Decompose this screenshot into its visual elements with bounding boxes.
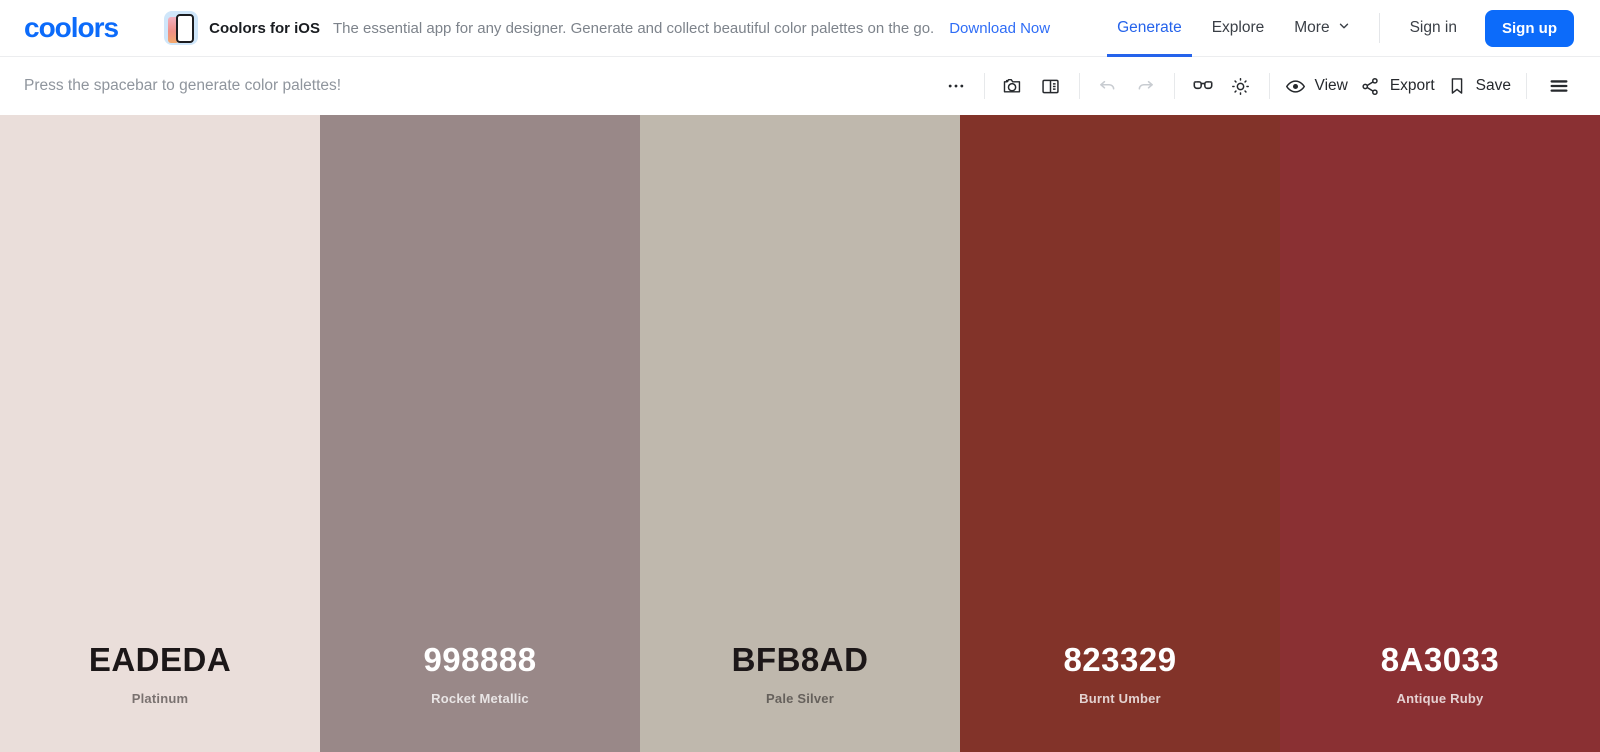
color-name[interactable]: Rocket Metallic (320, 691, 640, 706)
view-button[interactable]: View (1279, 66, 1354, 106)
palette-column-3[interactable]: BFB8AD Pale Silver (640, 115, 960, 752)
redo-button[interactable] (1127, 66, 1165, 106)
palette-column-4[interactable]: 823329 Burnt Umber (960, 115, 1280, 752)
color-name[interactable]: Burnt Umber (960, 691, 1280, 706)
coolors-app: coolors Coolors for iOS The essential ap… (0, 0, 1600, 752)
color-name[interactable]: Antique Ruby (1280, 691, 1600, 706)
toolbar-divider (1173, 73, 1175, 99)
bookmark-icon (1447, 76, 1467, 96)
color-labels: BFB8AD Pale Silver (640, 643, 960, 706)
main-nav: Generate Explore More Sign in Sign up (1087, 0, 1574, 57)
toolbar-divider (983, 73, 985, 99)
undo-button[interactable] (1089, 66, 1127, 106)
glasses-icon (1192, 75, 1214, 97)
nav-explore[interactable]: Explore (1212, 0, 1265, 56)
save-label: Save (1475, 77, 1511, 94)
nav-more[interactable]: More (1294, 0, 1350, 56)
coolors-logo[interactable]: coolors (24, 12, 119, 44)
palette-column-1[interactable]: EADEDA Platinum (0, 115, 320, 752)
hex-code[interactable]: 998888 (320, 643, 640, 676)
color-name[interactable]: Pale Silver (640, 691, 960, 706)
phone-front-decoration (176, 14, 195, 43)
color-name[interactable]: Platinum (0, 691, 320, 706)
luminance-button[interactable] (1222, 66, 1260, 106)
collage-button[interactable] (1032, 66, 1070, 106)
menu-icon (1548, 75, 1570, 97)
share-icon (1360, 76, 1381, 97)
nav-more-label: More (1294, 19, 1330, 36)
spacebar-hint: Press the spacebar to generate color pal… (24, 77, 342, 94)
color-labels: 998888 Rocket Metallic (320, 643, 640, 706)
view-label: View (1314, 77, 1348, 94)
hex-code[interactable]: EADEDA (0, 643, 320, 676)
redo-icon (1135, 76, 1156, 97)
colorblind-simulator-button[interactable] (1184, 66, 1222, 106)
ios-app-banner: Coolors for iOS The essential app for an… (164, 11, 1050, 45)
collage-icon (1040, 76, 1061, 97)
more-options-button[interactable] (937, 66, 975, 106)
palette-column-2[interactable]: 998888 Rocket Metallic (320, 115, 640, 752)
sign-in-link[interactable]: Sign in (1410, 0, 1457, 56)
nav-generate[interactable]: Generate (1107, 0, 1192, 57)
toolbar-actions: View Export Save (937, 66, 1578, 106)
chevron-down-icon (1337, 19, 1351, 38)
toolbar-divider (1078, 73, 1080, 99)
hex-code[interactable]: 8A3033 (1280, 643, 1600, 676)
screenshot-button[interactable] (994, 66, 1032, 106)
menu-button[interactable] (1540, 66, 1578, 106)
site-header: coolors Coolors for iOS The essential ap… (0, 0, 1600, 57)
palette: EADEDA Platinum 998888 Rocket Metallic B… (0, 115, 1600, 752)
eye-icon (1285, 76, 1306, 97)
banner-app-name: Coolors for iOS (209, 19, 320, 37)
save-button[interactable]: Save (1441, 66, 1517, 106)
nav-divider (1378, 13, 1380, 43)
export-button[interactable]: Export (1354, 66, 1441, 106)
export-label: Export (1389, 77, 1435, 94)
ellipsis-icon (946, 76, 966, 96)
banner-tagline: The essential app for any designer. Gene… (332, 19, 935, 37)
palette-column-5[interactable]: 8A3033 Antique Ruby (1280, 115, 1600, 752)
generator-toolbar: Press the spacebar to generate color pal… (0, 57, 1600, 115)
hex-code[interactable]: BFB8AD (640, 643, 960, 676)
camera-icon (1002, 76, 1023, 97)
toolbar-divider (1526, 73, 1527, 99)
sun-icon (1230, 76, 1251, 97)
download-now-link[interactable]: Download Now (949, 20, 1050, 37)
color-labels: 8A3033 Antique Ruby (1280, 643, 1600, 706)
toolbar-divider (1268, 73, 1270, 99)
hex-code[interactable]: 823329 (960, 643, 1280, 676)
undo-icon (1097, 76, 1118, 97)
coolors-ios-app-icon[interactable] (164, 11, 199, 45)
sign-up-button[interactable]: Sign up (1485, 9, 1574, 47)
color-labels: 823329 Burnt Umber (960, 643, 1280, 706)
color-labels: EADEDA Platinum (0, 643, 320, 706)
